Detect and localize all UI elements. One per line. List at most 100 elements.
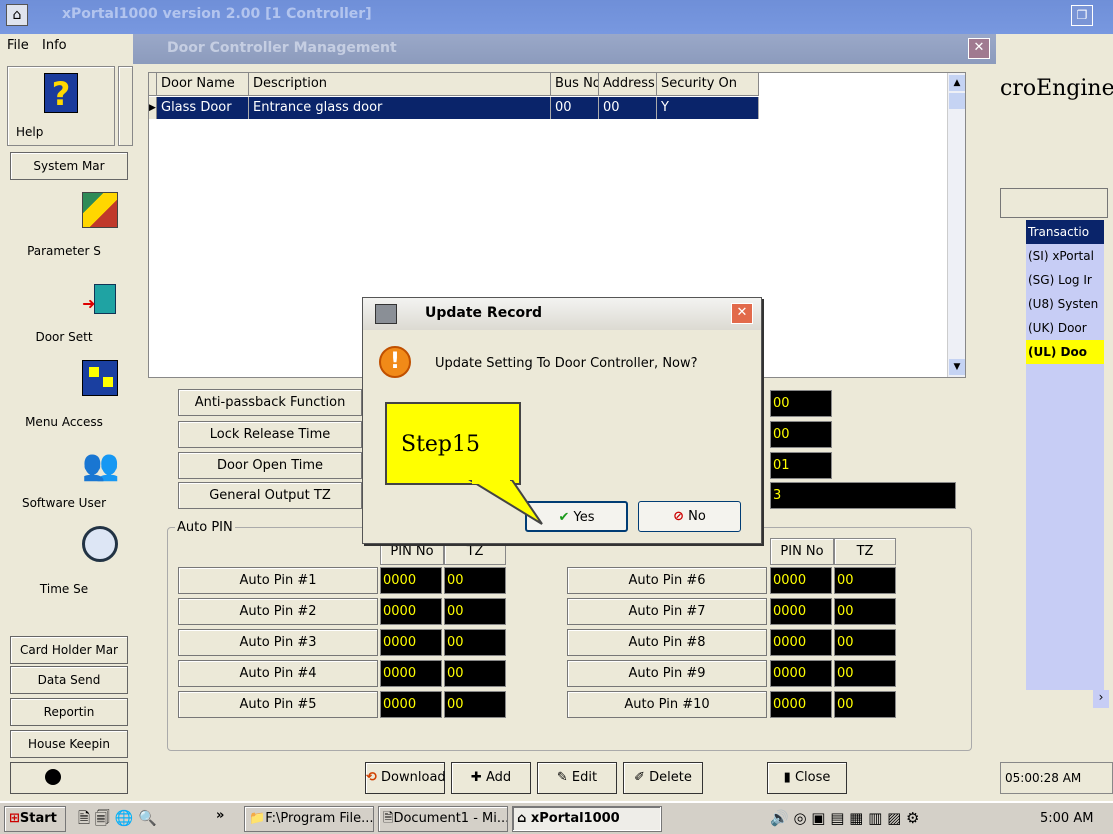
auto-pin-6-tz[interactable]: 00 — [834, 567, 896, 594]
clock-icon[interactable] — [82, 526, 118, 562]
dialog-close-icon[interactable]: ✕ — [731, 303, 753, 324]
anti-passback-value[interactable]: 00 — [770, 390, 832, 417]
scroll-down-icon[interactable]: ▼ — [949, 359, 965, 375]
start-button[interactable]: ⊞Start — [4, 806, 66, 832]
card-holder-button[interactable]: Card Holder Mar — [10, 636, 128, 664]
add-label: Add — [485, 770, 512, 785]
list-item[interactable]: (SI) xPortal — [1026, 244, 1104, 268]
auto-pin-8-tz[interactable]: 00 — [834, 629, 896, 656]
download-button[interactable]: ⟲ Download — [365, 762, 446, 794]
transaction-header[interactable]: Transactio — [1026, 220, 1104, 244]
auto-pin-8-button[interactable]: Auto Pin #8 — [567, 629, 767, 656]
auto-pin-8-pin[interactable]: 0000 — [770, 629, 832, 656]
auto-pin-9-tz[interactable]: 00 — [834, 660, 896, 687]
general-output-tz-button[interactable]: General Output TZ — [178, 482, 362, 509]
transaction-list[interactable]: (SI) xPortal (SG) Log Ir (U8) Systen (UK… — [1026, 244, 1104, 690]
auto-pin-5-tz[interactable]: 00 — [444, 691, 506, 718]
toolbar-button-2[interactable] — [118, 66, 133, 146]
add-button[interactable]: ✚ Add — [451, 762, 531, 794]
auto-pin-3-button[interactable]: Auto Pin #3 — [178, 629, 378, 656]
scroll-up-icon[interactable]: ▲ — [949, 75, 965, 91]
download-label: Download — [381, 770, 446, 785]
door-open-time-button[interactable]: Door Open Time — [178, 452, 362, 479]
auto-pin-1-tz[interactable]: 00 — [444, 567, 506, 594]
auto-pin-2-button[interactable]: Auto Pin #2 — [178, 598, 378, 625]
parameter-icon[interactable] — [82, 192, 118, 228]
auto-pin-2-tz[interactable]: 00 — [444, 598, 506, 625]
list-item[interactable]: (UK) Door — [1026, 316, 1104, 340]
quick-launch-icons[interactable]: 🗎 🗐 🌐 🔍 — [78, 808, 157, 833]
auto-pin-1-pin[interactable]: 0000 — [380, 567, 442, 594]
no-button[interactable]: ⊘ No — [638, 501, 741, 532]
no-label: No — [688, 509, 706, 524]
time-settings-label[interactable]: Time Se — [0, 582, 128, 596]
close-button[interactable]: ▮ Close — [767, 762, 847, 794]
scroll-right-icon[interactable]: › — [1093, 690, 1109, 708]
table-cell[interactable]: 00 — [551, 97, 599, 119]
parameter-label[interactable]: Parameter S — [0, 244, 128, 258]
auto-pin-2-pin[interactable]: 0000 — [380, 598, 442, 625]
task-xportal[interactable]: ⌂ xPortal1000 — [512, 806, 662, 832]
door-open-time-value[interactable]: 01 — [770, 452, 832, 479]
auto-pin-3-tz[interactable]: 00 — [444, 629, 506, 656]
column-header-door-name[interactable]: Door Name — [157, 73, 249, 96]
scroll-thumb[interactable] — [949, 93, 965, 109]
reporting-button[interactable]: Reportin — [10, 698, 128, 726]
app-icon[interactable]: ⌂ — [6, 4, 28, 26]
list-item[interactable]: (SG) Log Ir — [1026, 268, 1104, 292]
auto-pin-5-pin[interactable]: 0000 — [380, 691, 442, 718]
auto-pin-7-pin[interactable]: 0000 — [770, 598, 832, 625]
menu-info[interactable]: Info — [42, 38, 67, 53]
general-output-tz-value[interactable]: 3 — [770, 482, 956, 509]
edit-button[interactable]: ✎ Edit — [537, 762, 617, 794]
auto-pin-4-pin[interactable]: 0000 — [380, 660, 442, 687]
door-icon[interactable]: ➜ — [82, 282, 118, 318]
auto-pin-6-button[interactable]: Auto Pin #6 — [567, 567, 767, 594]
auto-pin-7-button[interactable]: Auto Pin #7 — [567, 598, 767, 625]
help-button[interactable]: ? Help — [7, 66, 115, 146]
lock-release-button[interactable]: Lock Release Time — [178, 421, 362, 448]
auto-pin-10-pin[interactable]: 0000 — [770, 691, 832, 718]
menu-access-label[interactable]: Menu Access — [0, 415, 128, 429]
system-tray-icons[interactable]: 🔊 ◎ ▣ ▤ ▦ ▥ ▨ ⚙ — [770, 806, 1030, 832]
auto-pin-10-tz[interactable]: 00 — [834, 691, 896, 718]
table-cell[interactable]: Y — [657, 97, 759, 119]
restore-button[interactable]: ❐ — [1071, 5, 1093, 26]
system-management-button[interactable]: System Mar — [10, 152, 128, 180]
menu-file[interactable]: File — [7, 38, 29, 53]
auto-pin-1-button[interactable]: Auto Pin #1 — [178, 567, 378, 594]
auto-pin-6-pin[interactable]: 0000 — [770, 567, 832, 594]
auto-pin-5-button[interactable]: Auto Pin #5 — [178, 691, 378, 718]
menu-access-icon[interactable] — [82, 360, 118, 396]
table-cell[interactable]: 00 — [599, 97, 657, 119]
auto-pin-9-pin[interactable]: 0000 — [770, 660, 832, 687]
column-header-address[interactable]: Address — [599, 73, 657, 96]
column-header-description[interactable]: Description — [249, 73, 551, 96]
auto-pin-10-button[interactable]: Auto Pin #10 — [567, 691, 767, 718]
list-item[interactable]: (U8) Systen — [1026, 292, 1104, 316]
housekeeping-button[interactable]: House Keepin — [10, 730, 128, 758]
right-panel-button[interactable] — [1000, 188, 1108, 218]
lock-release-value[interactable]: 00 — [770, 421, 832, 448]
delete-button[interactable]: ✐ Delete — [623, 762, 703, 794]
list-item-selected[interactable]: (UL) Doo — [1026, 340, 1104, 364]
table-cell[interactable]: Glass Door — [157, 97, 249, 119]
table-cell[interactable]: Entrance glass door — [249, 97, 551, 119]
auto-pin-9-button[interactable]: Auto Pin #9 — [567, 660, 767, 687]
software-user-label[interactable]: Software User — [0, 496, 128, 510]
close-icon[interactable]: ✕ — [968, 38, 990, 59]
door-settings-label[interactable]: Door Sett — [0, 330, 128, 344]
auto-pin-4-tz[interactable]: 00 — [444, 660, 506, 687]
task-explorer[interactable]: 📁F:\Program File... — [244, 806, 374, 832]
chevron-icon[interactable]: » — [216, 808, 224, 823]
vertical-scrollbar[interactable]: ▲ ▼ — [947, 73, 965, 377]
task-word[interactable]: 🗎Document1 - Mi... — [378, 806, 508, 832]
data-send-button[interactable]: Data Send — [10, 666, 128, 694]
software-user-icon[interactable]: 👥 — [82, 448, 119, 484]
auto-pin-4-button[interactable]: Auto Pin #4 — [178, 660, 378, 687]
auto-pin-7-tz[interactable]: 00 — [834, 598, 896, 625]
column-header-bus-no[interactable]: Bus No — [551, 73, 599, 96]
column-header-security-on[interactable]: Security On — [657, 73, 759, 96]
auto-pin-3-pin[interactable]: 0000 — [380, 629, 442, 656]
anti-passback-button[interactable]: Anti-passback Function — [178, 389, 362, 416]
